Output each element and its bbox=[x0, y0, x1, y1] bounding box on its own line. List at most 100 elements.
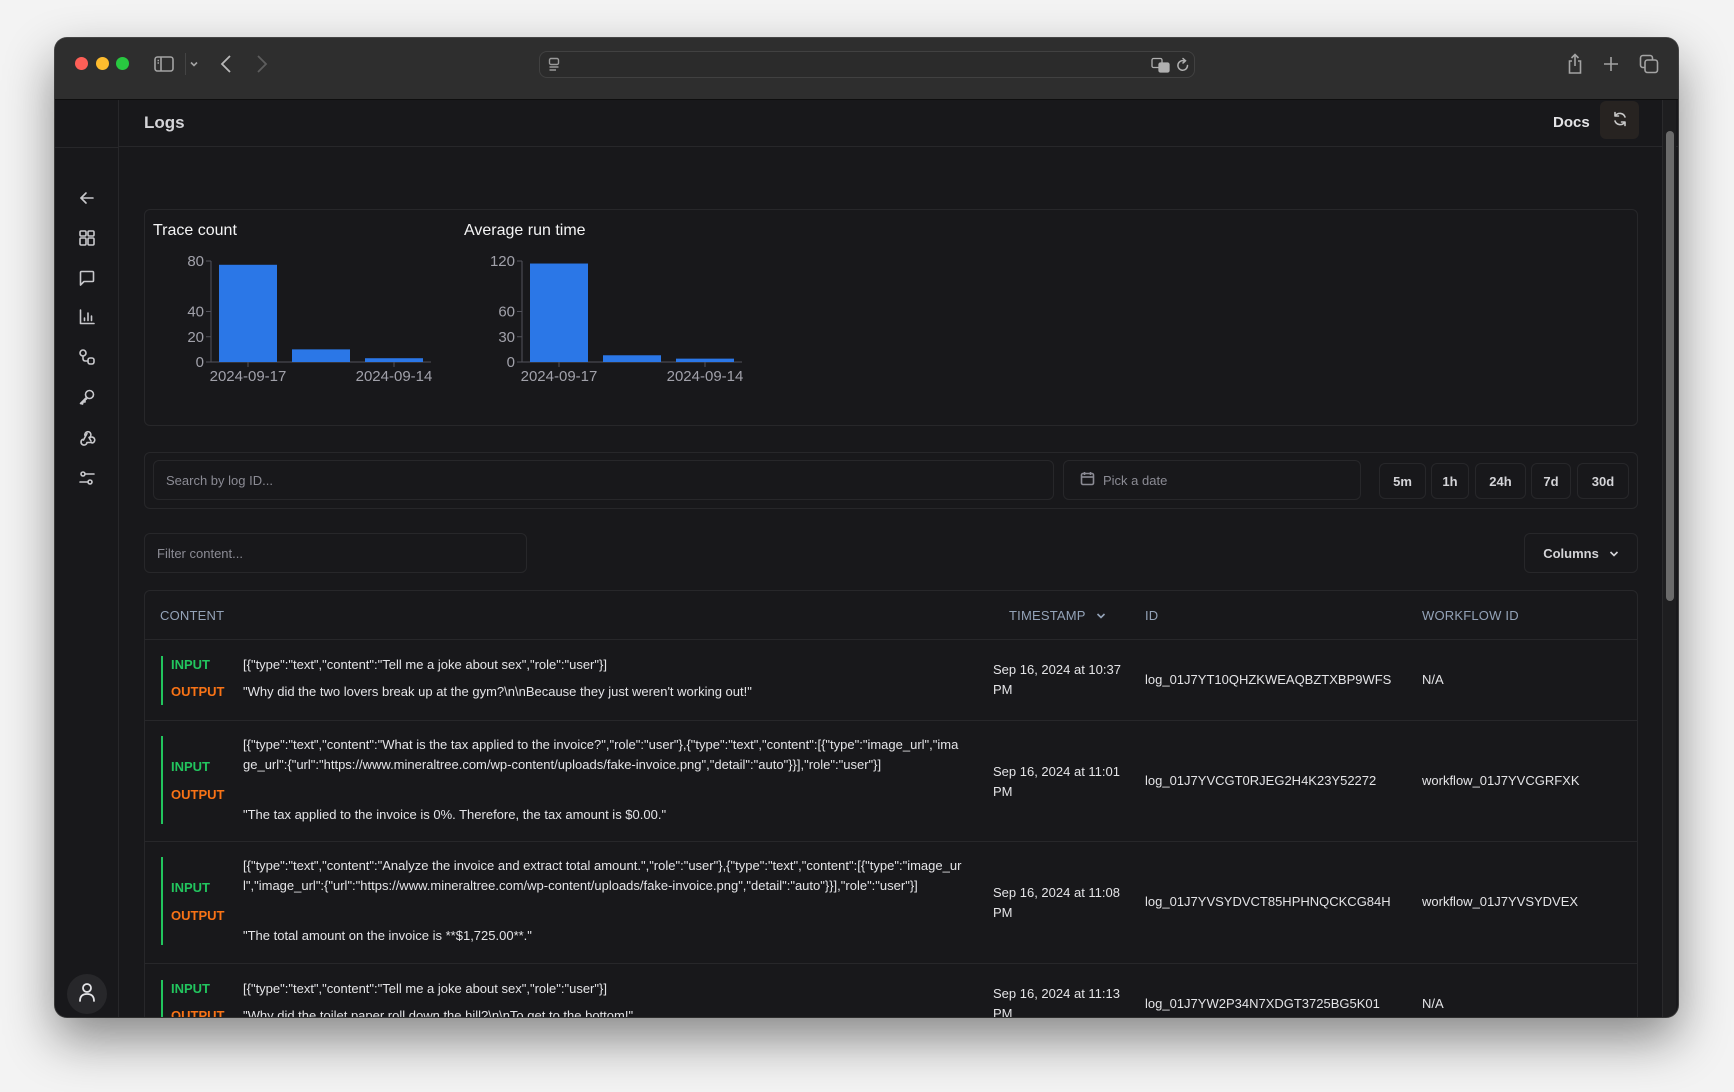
y-tick-label: 60 bbox=[498, 304, 515, 321]
log-id-search-input[interactable] bbox=[153, 460, 1054, 500]
site-settings-icon[interactable] bbox=[548, 57, 560, 78]
chart-title: Trace count bbox=[153, 222, 237, 239]
chart-title: Average run time bbox=[464, 222, 586, 239]
column-header-content[interactable]: CONTENT bbox=[160, 608, 224, 623]
workflow-id-cell[interactable]: workflow_01J7YVSYDVEX bbox=[1422, 892, 1637, 912]
y-tick-label: 30 bbox=[498, 329, 515, 346]
table-row[interactable]: INPUT OUTPUT [{"type":"text","content":"… bbox=[145, 964, 1637, 1017]
range-5m-button[interactable]: 5m bbox=[1379, 463, 1426, 499]
io-indicator-bar bbox=[161, 736, 163, 824]
log-id-cell[interactable]: log_01J7YVCGT0RJEG2H4K23Y52272 bbox=[1145, 771, 1376, 791]
workflow-id-cell[interactable]: workflow_01J7YVCGRFXK bbox=[1422, 771, 1637, 791]
output-content: "Why did the two lovers break up at the … bbox=[243, 684, 752, 699]
input-label: INPUT bbox=[171, 657, 210, 672]
bar-2024-09-16 bbox=[292, 349, 350, 362]
output-content: "Why did the toilet paper roll down the … bbox=[243, 1008, 634, 1017]
tab-overview-icon[interactable] bbox=[1639, 53, 1659, 75]
page-scrollbar[interactable] bbox=[1662, 100, 1676, 1017]
forward-icon[interactable] bbox=[253, 53, 271, 75]
close-window-button[interactable] bbox=[75, 57, 88, 70]
output-label: OUTPUT bbox=[171, 684, 225, 699]
docs-link[interactable]: Docs bbox=[1553, 114, 1590, 131]
input-content: [{"type":"text","content":"Tell me a jok… bbox=[243, 981, 607, 996]
arrow-left-icon[interactable] bbox=[76, 187, 98, 209]
calendar-icon bbox=[1080, 471, 1095, 489]
maximize-window-button[interactable] bbox=[116, 57, 129, 70]
output-label: OUTPUT bbox=[171, 787, 225, 802]
column-header-label: WORKFLOW ID bbox=[1422, 608, 1519, 623]
range-30d-button[interactable]: 30d bbox=[1577, 463, 1629, 499]
y-tick-label: 80 bbox=[187, 253, 204, 270]
key-icon[interactable] bbox=[76, 386, 98, 408]
scrollbar-thumb[interactable] bbox=[1666, 131, 1674, 601]
column-header-label: TIMESTAMP bbox=[1009, 608, 1086, 623]
address-bar[interactable] bbox=[539, 51, 1195, 78]
input-content: [{"type":"text","content":"What is the t… bbox=[243, 737, 959, 772]
log-id-cell[interactable]: log_01J7YVSYDVCT85HPHNQCKCG84H bbox=[1145, 892, 1391, 912]
input-label: INPUT bbox=[171, 759, 210, 774]
layout-grid-icon[interactable] bbox=[76, 227, 98, 249]
timestamp-cell: Sep 16, 2024 at 11:13 PM bbox=[993, 986, 1120, 1017]
workflow-id-cell: N/A bbox=[1422, 672, 1444, 687]
column-header-timestamp[interactable]: TIMESTAMP bbox=[1009, 608, 1106, 623]
bar-chart-icon[interactable] bbox=[76, 306, 98, 328]
date-picker-label: Pick a date bbox=[1103, 472, 1168, 488]
chevron-down-icon[interactable] bbox=[187, 53, 201, 75]
table-row[interactable]: INPUT OUTPUT [{"type":"text","content":"… bbox=[145, 721, 1637, 842]
table-row[interactable]: INPUT OUTPUT [{"type":"text","content":"… bbox=[145, 640, 1637, 721]
workflow-icon[interactable] bbox=[76, 346, 98, 368]
share-icon[interactable] bbox=[1566, 53, 1584, 75]
output-content: "The tax applied to the invoice is 0%. T… bbox=[243, 807, 667, 822]
filter-content-input[interactable] bbox=[144, 533, 527, 573]
column-header-workflow-id[interactable]: WORKFLOW ID bbox=[1422, 608, 1519, 623]
table-row[interactable]: INPUT OUTPUT [{"type":"text","content":"… bbox=[145, 842, 1637, 964]
main-content: Logs Docs Trace count 0 20 40 80 2024-09-17 2… bbox=[119, 100, 1678, 1017]
reload-icon[interactable] bbox=[1176, 57, 1190, 78]
x-tick-label: 2024-09-14 bbox=[667, 368, 744, 385]
timestamp-cell: Sep 16, 2024 at 11:01 PM bbox=[993, 764, 1120, 799]
sliders-icon[interactable] bbox=[76, 467, 98, 489]
back-icon[interactable] bbox=[217, 53, 235, 75]
columns-dropdown[interactable]: Columns bbox=[1524, 533, 1638, 573]
message-square-icon[interactable] bbox=[76, 267, 98, 289]
x-tick-label: 2024-09-17 bbox=[210, 368, 287, 385]
sort-chevron-icon[interactable] bbox=[1096, 608, 1106, 623]
webhook-icon[interactable] bbox=[76, 427, 98, 449]
workflow-id-cell: N/A bbox=[1422, 996, 1444, 1011]
logs-table: CONTENT TIMESTAMP ID WORKFLOW ID INPUT O… bbox=[144, 590, 1638, 1017]
range-7d-button[interactable]: 7d bbox=[1531, 463, 1571, 499]
input-label: INPUT bbox=[171, 981, 210, 996]
bar-2024-09-17 bbox=[219, 264, 277, 362]
column-header-label: CONTENT bbox=[160, 608, 225, 623]
user-avatar[interactable] bbox=[67, 974, 107, 1014]
sidebar-toggle-icon[interactable] bbox=[153, 53, 175, 75]
browser-window: Logs Docs Trace count 0 20 40 80 2024-09-17 2… bbox=[55, 38, 1678, 1017]
trace-count-plot: 0 20 40 80 2024-09-17 2024-09-14 bbox=[187, 253, 432, 385]
log-id-cell[interactable]: log_01J7YW2P34N7XDGT3725BG5K01 bbox=[1145, 994, 1380, 1014]
range-1h-button[interactable]: 1h bbox=[1431, 463, 1469, 499]
translate-icon[interactable] bbox=[1151, 57, 1171, 78]
log-id-cell[interactable]: log_01J7YT10QHZKWEAQBZTXBP9WFS bbox=[1145, 670, 1391, 690]
date-picker[interactable]: Pick a date bbox=[1063, 460, 1361, 500]
minimize-window-button[interactable] bbox=[96, 57, 109, 70]
metrics-card: Trace count 0 20 40 80 2024-09-17 2024-09-14 … bbox=[144, 209, 1638, 426]
bar-2024-09-14 bbox=[365, 358, 423, 362]
output-label: OUTPUT bbox=[171, 908, 225, 923]
y-tick-label: 20 bbox=[187, 329, 204, 346]
average-run-time-plot: 0 30 60 120 2024-09-17 2024-09-14 bbox=[490, 253, 744, 385]
input-content: [{"type":"text","content":"Tell me a jok… bbox=[243, 657, 607, 672]
y-tick-label: 120 bbox=[490, 253, 515, 270]
new-tab-icon[interactable] bbox=[1602, 53, 1620, 75]
input-label: INPUT bbox=[171, 880, 210, 895]
columns-label: Columns bbox=[1543, 545, 1599, 561]
search-toolbar: Pick a date 5m 1h 24h 7d 30d bbox=[144, 452, 1638, 509]
y-tick-label: 0 bbox=[507, 354, 515, 371]
refresh-icon bbox=[1612, 111, 1628, 130]
column-header-id[interactable]: ID bbox=[1145, 608, 1158, 623]
bar-2024-09-16 bbox=[603, 355, 661, 362]
range-24h-button[interactable]: 24h bbox=[1475, 463, 1526, 499]
timestamp-cell: Sep 16, 2024 at 10:37 PM bbox=[993, 662, 1121, 697]
browser-toolbar bbox=[55, 38, 1678, 100]
refresh-button[interactable] bbox=[1600, 101, 1639, 139]
chevron-down-icon bbox=[1609, 546, 1619, 561]
